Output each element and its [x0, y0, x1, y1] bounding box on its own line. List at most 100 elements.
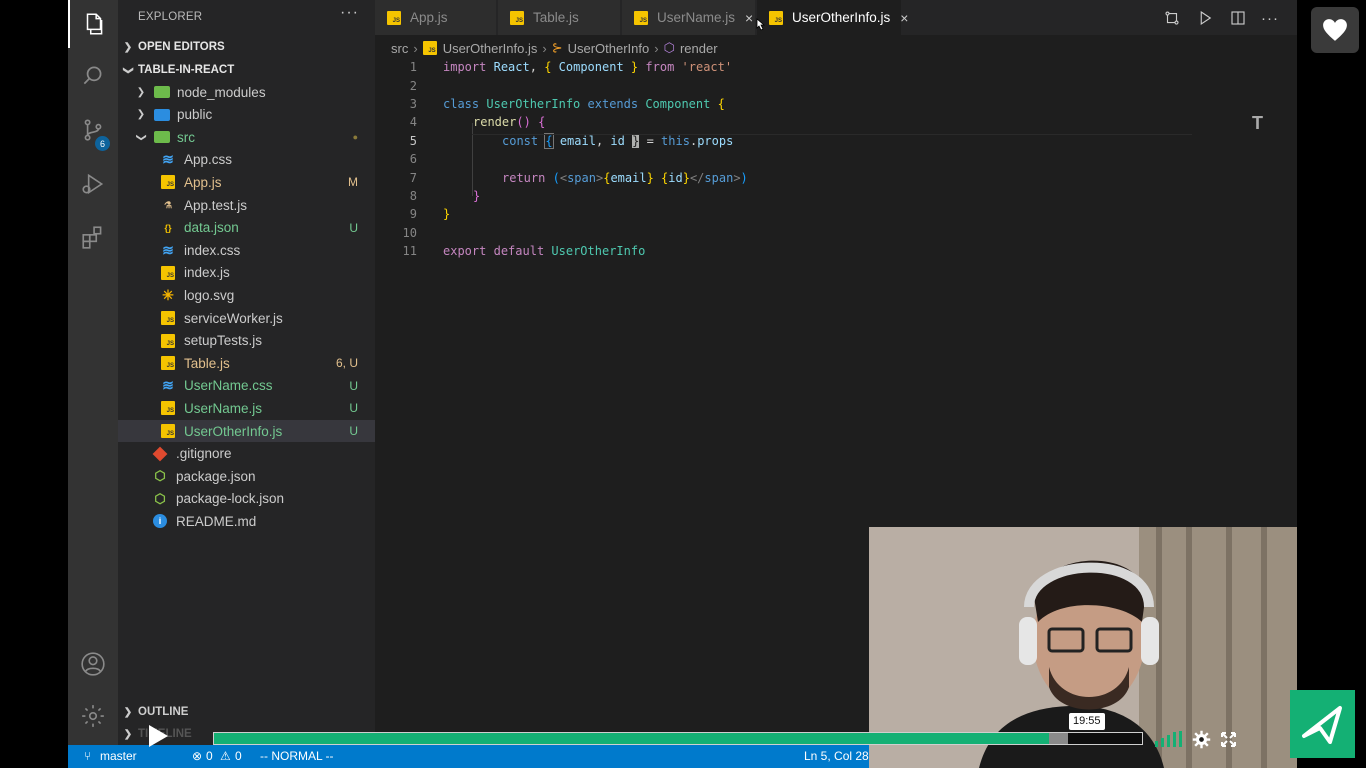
json-file-icon: {} [164, 222, 172, 233]
settings-gear-icon[interactable] [68, 692, 118, 740]
file-tree-item[interactable]: JS Table.js 6, U [118, 352, 375, 374]
tab-table-js[interactable]: JS Table.js [498, 0, 621, 35]
folder-icon [154, 108, 170, 121]
line-number: 10 [402, 225, 417, 240]
breadcrumb-folder[interactable]: src [391, 41, 408, 56]
open-editors-section[interactable]: ❯ OPEN EDITORS [118, 36, 375, 58]
scm-badge: 6 [95, 136, 110, 151]
js-file-icon: JS [510, 10, 524, 25]
js-file-icon: JS [769, 10, 783, 25]
code-token: Component [645, 96, 711, 111]
breadcrumb-file[interactable]: UserOtherInfo.js [443, 41, 538, 56]
chevron-right-icon: ❯ [136, 86, 146, 98]
chevron-right-icon: ❯ [123, 41, 133, 53]
file-tree-item[interactable]: JS serviceWorker.js [118, 307, 375, 329]
file-name: node_modules [177, 84, 266, 100]
settings-gear-icon[interactable] [1192, 730, 1211, 749]
js-file-icon: JS [161, 333, 175, 348]
npm-file-icon: ⬡ [154, 468, 166, 484]
quality-bars-icon[interactable] [1155, 731, 1183, 747]
code-token: Component [558, 60, 624, 75]
file-tree-item[interactable]: ⬡ package.json [118, 465, 375, 487]
file-name: Table.js [184, 355, 230, 371]
file-tree-item[interactable]: JS UserName.js U [118, 397, 375, 419]
file-tree-item[interactable]: JS App.js M [118, 171, 375, 193]
more-actions-icon[interactable]: ··· [340, 4, 359, 22]
breadcrumb-class[interactable]: UserOtherInfo [568, 41, 650, 56]
code-token: id [668, 170, 683, 185]
error-count[interactable]: 0 [206, 749, 213, 763]
run-file-icon[interactable] [1196, 9, 1214, 27]
tab-app-js[interactable]: JS App.js [375, 0, 497, 35]
file-tree-item[interactable]: ≋ UserName.css U [118, 375, 375, 397]
code-line: } [473, 187, 1297, 205]
run-debug-icon[interactable] [68, 160, 118, 208]
close-icon[interactable]: × [900, 10, 908, 26]
tab-username-js[interactable]: JS UserName.js × [622, 0, 756, 35]
like-button[interactable] [1311, 7, 1359, 53]
file-tree-item[interactable]: ✳ logo.svg [118, 284, 375, 306]
file-tree-item[interactable]: ❯ node_modules [118, 81, 375, 103]
video-timeline[interactable] [213, 732, 1143, 745]
file-tree-item[interactable]: i README.md [118, 510, 375, 532]
split-editor-icon[interactable] [1229, 9, 1247, 27]
code-token: import [443, 60, 487, 75]
branch-name[interactable]: master [100, 749, 137, 763]
git-status: U [349, 378, 358, 393]
css-file-icon: ≋ [162, 377, 174, 394]
open-changes-icon[interactable] [1163, 9, 1181, 27]
code-token: { [603, 170, 611, 185]
file-tree-item[interactable]: ❯ src ● [118, 126, 375, 148]
played-bar [214, 733, 1050, 744]
file-tree-item[interactable]: JS setupTests.js [118, 330, 375, 352]
file-tree-item[interactable]: JS index.js [118, 262, 375, 284]
file-tree-item[interactable]: ⚗ App.test.js [118, 194, 375, 216]
play-icon[interactable] [146, 723, 170, 749]
git-status: U [349, 220, 358, 235]
fullscreen-icon[interactable] [1221, 732, 1236, 747]
breadcrumb: src › JS UserOtherInfo.js › ⊱ UserOtherI… [391, 38, 718, 58]
project-section[interactable]: ❯ TABLE-IN-REACT [118, 59, 375, 81]
code-token: } [682, 170, 690, 185]
extensions-icon[interactable] [68, 213, 118, 261]
file-tree-item[interactable]: ≋ App.css [118, 149, 375, 171]
cursor-position[interactable]: Ln 5, Col 28 [804, 749, 869, 763]
line-number: 9 [409, 207, 417, 222]
chevron-right-icon: › [654, 40, 659, 56]
git-status: ● [352, 132, 358, 143]
js-file-icon: JS [387, 10, 401, 25]
file-tree-item[interactable]: ❯ public [118, 104, 375, 126]
source-control-icon[interactable]: 6 [68, 106, 118, 154]
file-name: UserOtherInfo.js [184, 423, 283, 439]
warning-count[interactable]: 0 [235, 749, 242, 763]
current-line-highlight [472, 134, 1192, 135]
breadcrumb-method[interactable]: render [680, 41, 718, 56]
code-token: 'react' [681, 60, 733, 75]
more-actions-icon[interactable]: ··· [1261, 9, 1279, 27]
search-icon[interactable] [68, 52, 118, 100]
file-name: index.js [184, 265, 230, 281]
file-tree-item[interactable]: JS UserOtherInfo.js U [118, 420, 375, 442]
file-tree-item[interactable]: ⬡ package-lock.json [118, 488, 375, 510]
file-tree-item[interactable]: {} data.json U [118, 217, 375, 239]
chevron-down-icon: ❯ [135, 132, 147, 142]
explorer-icon[interactable] [68, 0, 118, 48]
vim-mode: -- NORMAL -- [260, 749, 334, 763]
close-icon[interactable]: × [745, 10, 753, 26]
outline-section[interactable]: ❯ OUTLINE [118, 701, 375, 723]
file-name: UserName.css [184, 378, 273, 394]
code-line: class UserOtherInfo extends Component { [443, 95, 1297, 113]
warning-icon: ⚠ [220, 749, 231, 763]
git-status: M [348, 175, 358, 190]
account-icon[interactable] [68, 640, 118, 688]
outline-label: OUTLINE [138, 706, 189, 718]
file-tree-item[interactable]: .gitignore [118, 443, 375, 465]
chevron-right-icon: ❯ [123, 706, 133, 718]
brand-logo[interactable] [1290, 690, 1355, 758]
file-tree-item[interactable]: ≋ index.css [118, 239, 375, 261]
tab-userotherinfo-js[interactable]: JS UserOtherInfo.js × [757, 0, 908, 35]
code-token: } [646, 170, 654, 185]
text-cursor-icon: T [1252, 113, 1263, 133]
